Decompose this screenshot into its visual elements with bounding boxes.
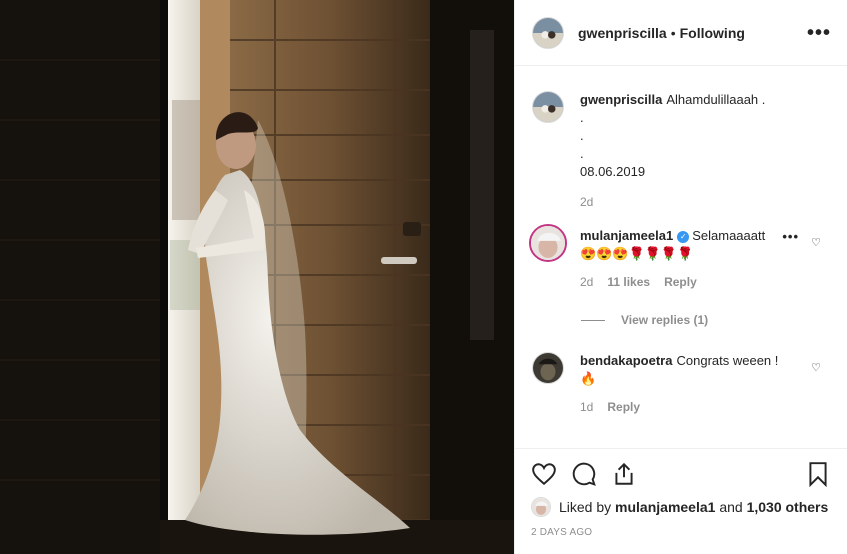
reply-button[interactable]: Reply — [664, 273, 697, 291]
comment-time[interactable]: 1d — [580, 398, 593, 416]
comment-like-heart-icon[interactable]: ♡ — [811, 236, 821, 249]
caption-time[interactable]: 2d — [580, 193, 593, 211]
view-replies-label: View replies (1) — [621, 313, 709, 327]
liked-by-joiner: and — [719, 499, 743, 515]
liked-by-user[interactable]: mulanjameela1 — [615, 499, 715, 515]
post-photo[interactable] — [0, 0, 514, 554]
caption-line-4: . — [580, 146, 584, 161]
comment-emojis: 😍😍😍🌹🌹🌹🌹 — [580, 246, 694, 261]
author-username[interactable]: gwenpriscilla — [578, 25, 667, 41]
comment-time[interactable]: 2d — [580, 273, 593, 291]
comment-text: Selamaaaatt — [692, 228, 766, 243]
post-header: gwenpriscilla • Following ••• — [515, 0, 847, 66]
following-button[interactable]: Following — [680, 25, 745, 41]
commenter-username[interactable]: bendakapoetra — [580, 353, 672, 368]
view-replies-button[interactable]: View replies (1) — [581, 313, 708, 327]
share-icon[interactable] — [611, 461, 637, 487]
caption-line-1: Alhamdulillaaah . — [666, 92, 766, 107]
commenter-username[interactable]: mulanjameela1 — [580, 228, 673, 243]
caption-avatar[interactable] — [532, 91, 564, 123]
bride-photo-image — [0, 0, 514, 554]
comment-item: bendakapoetra Congrats weeen ! 🔥 1d Reply… — [532, 352, 833, 416]
comments-list[interactable]: gwenpriscilla Alhamdulillaaah . . . . 08.… — [515, 67, 847, 448]
separator-dot: • — [670, 24, 676, 41]
caption-username[interactable]: gwenpriscilla — [580, 92, 662, 107]
heart-icon[interactable] — [531, 461, 557, 487]
comment-text: Congrats weeen ! — [676, 353, 779, 368]
comment-options-icon[interactable]: ••• — [782, 229, 799, 244]
commenter-avatar[interactable] — [532, 352, 564, 384]
comment-like-heart-icon[interactable]: ♡ — [811, 361, 821, 374]
liked-by-prefix: Liked by — [559, 499, 612, 515]
author-avatar[interactable] — [532, 16, 564, 49]
reply-button[interactable]: Reply — [607, 398, 640, 416]
liked-by-avatar[interactable] — [531, 497, 551, 517]
caption: gwenpriscilla Alhamdulillaaah . . . . 08.… — [532, 91, 833, 211]
posted-time[interactable]: 2 DAYS AGO — [531, 527, 831, 538]
liked-by-count[interactable]: 1,030 others — [747, 499, 829, 515]
post-sidebar: gwenpriscilla • Following ••• gwenprisci… — [514, 0, 847, 554]
verified-badge-icon: ✓ — [677, 230, 690, 243]
more-options-icon[interactable]: ••• — [807, 23, 831, 43]
liked-by: Liked by mulanjameela1 and 1,030 others — [531, 497, 831, 517]
bookmark-icon[interactable] — [805, 461, 831, 487]
comment-emojis: 🔥 — [580, 371, 597, 386]
caption-line-3: . — [580, 128, 584, 143]
caption-line-5: 08.06.2019 — [580, 164, 646, 179]
post-actions: Liked by mulanjameela1 and 1,030 others … — [515, 448, 847, 538]
comment-likes[interactable]: 11 likes — [607, 273, 650, 291]
commenter-avatar[interactable] — [529, 224, 567, 262]
replies-divider — [581, 319, 605, 321]
comment-item: mulanjameela1 ✓ Selamaaaatt 😍😍😍🌹🌹🌹🌹 2d 11 … — [529, 224, 833, 291]
comment-icon[interactable] — [571, 461, 597, 487]
caption-line-2: . — [580, 110, 584, 125]
